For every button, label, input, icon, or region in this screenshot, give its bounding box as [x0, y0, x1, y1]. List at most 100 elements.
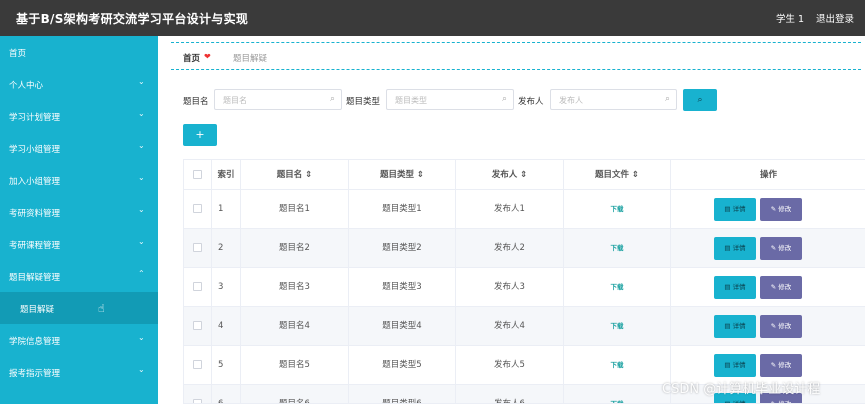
logout-link[interactable]: 退出登录: [816, 11, 854, 25]
cell-index: 5: [212, 346, 241, 385]
sidebar: 首页 个人中心 ⌄ 学习计划管理 ⌄ 学习小组管理 ⌄ 加入小组管理 ⌄ 考研资…: [0, 36, 158, 404]
cell-publisher-text: 发布人5: [494, 360, 525, 370]
chevron-up-icon: ⌃: [138, 269, 145, 278]
cell-index: 4: [212, 307, 241, 346]
cell-index-text: 6: [218, 399, 224, 404]
cell-type-text: 题目类型3: [382, 282, 422, 292]
watermark: CSDN @计算机毕业设计程: [662, 382, 821, 397]
publisher-placeholder: 发布人: [559, 96, 583, 105]
edit-button[interactable]: ✎ 修改: [760, 198, 802, 221]
type-search-input[interactable]: 题目类型 ⌕: [386, 89, 514, 110]
table-row: 2 题目名2 题目类型2 发布人2 下载 ▤ 详情 ✎ 修改: [184, 229, 865, 268]
edit-button[interactable]: ✎ 修改: [760, 276, 802, 299]
cell-name: 题目名3: [241, 268, 349, 307]
cell-type: 题目类型3: [349, 268, 456, 307]
edit-button[interactable]: ✎ 修改: [760, 237, 802, 260]
sidebar-item-courses[interactable]: 考研课程管理 ⌄: [0, 228, 158, 260]
cell-select: [184, 229, 212, 268]
download-link[interactable]: 下载: [611, 283, 624, 291]
sidebar-item-college-info[interactable]: 学院信息管理 ⌄: [0, 324, 158, 356]
current-user[interactable]: 学生 1: [776, 11, 804, 25]
cell-type-text: 题目类型4: [382, 321, 422, 331]
sidebar-item-label: 考研课程管理: [9, 241, 61, 251]
cell-name: 题目名4: [241, 307, 349, 346]
detail-button[interactable]: ▤ 详情: [714, 315, 756, 338]
detail-button[interactable]: ▤ 详情: [714, 237, 756, 260]
add-button[interactable]: +: [183, 124, 217, 146]
sidebar-item-materials[interactable]: 考研资料管理 ⌄: [0, 196, 158, 228]
download-link[interactable]: 下载: [611, 361, 624, 369]
cell-name: 题目名6: [241, 385, 349, 403]
cell-file: 下载: [564, 229, 671, 268]
sidebar-item-label: 学习小组管理: [9, 145, 61, 155]
edit-button[interactable]: ✎ 修改: [760, 315, 802, 338]
detail-button[interactable]: ▤ 详情: [714, 198, 756, 221]
cell-index-text: 4: [218, 321, 224, 331]
sidebar-item-label: 题目解疑: [20, 305, 55, 315]
sidebar-subitem-qa[interactable]: 题目解疑 ☝: [0, 292, 158, 324]
cell-select: [184, 307, 212, 346]
name-search-input[interactable]: 题目名 ⌕: [214, 89, 342, 110]
top-bar: 基于B/S架构考研交流学习平台设计与实现 学生 1 退出登录: [0, 0, 865, 36]
row-checkbox[interactable]: [193, 321, 202, 330]
download-link[interactable]: 下载: [611, 244, 624, 252]
sidebar-item-label: 学习计划管理: [9, 113, 61, 123]
cell-index: 6: [212, 385, 241, 404]
cell-type-text: 题目类型5: [382, 360, 422, 370]
edit-button[interactable]: ✎ 修改: [760, 354, 802, 377]
table-row: 1 题目名1 题目类型1 发布人1 下载 ▤ 详情 ✎ 修改: [184, 190, 865, 229]
header-file[interactable]: 题目文件 ⇕: [564, 160, 671, 190]
sidebar-item-study-plan[interactable]: 学习计划管理 ⌄: [0, 100, 158, 132]
heart-icon: ❤: [204, 52, 211, 61]
sidebar-item-personal-center[interactable]: 个人中心 ⌄: [0, 68, 158, 100]
sidebar-item-label: 加入小组管理: [9, 177, 61, 187]
sidebar-item-label: 首页: [9, 49, 27, 59]
cell-name-text: 题目名1: [279, 204, 310, 214]
select-all-cell: [184, 160, 212, 190]
cell-type: 题目类型4: [349, 307, 456, 346]
download-link[interactable]: 下载: [611, 400, 624, 403]
row-checkbox[interactable]: [193, 360, 202, 369]
publisher-filter-label: 发布人: [518, 97, 544, 107]
download-link[interactable]: 下载: [611, 322, 624, 330]
name-placeholder: 题目名: [223, 96, 247, 105]
download-link[interactable]: 下载: [611, 205, 624, 213]
cell-type-text: 题目类型1: [382, 204, 422, 214]
detail-button[interactable]: ▤ 详情: [714, 354, 756, 377]
cell-type: 题目类型2: [349, 229, 456, 268]
sidebar-item-join-group[interactable]: 加入小组管理 ⌄: [0, 164, 158, 196]
detail-button[interactable]: ▤ 详情: [714, 276, 756, 299]
chevron-down-icon: ⌄: [138, 77, 145, 86]
header-publisher[interactable]: 发布人 ⇕: [456, 160, 564, 190]
publisher-search-input[interactable]: 发布人 ⌕: [550, 89, 677, 110]
row-checkbox[interactable]: [193, 282, 202, 291]
header-type[interactable]: 题目类型 ⇕: [349, 160, 456, 190]
cell-select: [184, 268, 212, 307]
sidebar-item-qa-management[interactable]: 题目解疑管理 ⌃: [0, 260, 158, 292]
cell-type-text: 题目类型2: [382, 243, 422, 253]
chevron-down-icon: ⌄: [138, 237, 145, 246]
cell-select: [184, 346, 212, 385]
sidebar-item-label: 学院信息管理: [9, 337, 61, 347]
chevron-down-icon: ⌄: [138, 365, 145, 374]
chevron-down-icon: ⌄: [138, 109, 145, 118]
header-name[interactable]: 题目名 ⇕: [241, 160, 349, 190]
cell-publisher-text: 发布人6: [494, 399, 525, 404]
cell-index-text: 1: [218, 204, 224, 214]
cell-publisher: 发布人4: [456, 307, 564, 346]
select-all-checkbox[interactable]: [193, 170, 202, 179]
header-actions: 操作: [671, 160, 865, 190]
sidebar-item-home[interactable]: 首页: [0, 36, 158, 68]
sidebar-item-label: 个人中心: [9, 81, 44, 91]
cell-index: 3: [212, 268, 241, 307]
row-checkbox[interactable]: [193, 243, 202, 252]
cell-publisher-text: 发布人3: [494, 282, 525, 292]
row-checkbox[interactable]: [193, 204, 202, 213]
sidebar-item-exam-guide[interactable]: 报考指示管理 ⌄: [0, 356, 158, 388]
breadcrumb-home[interactable]: 首页: [183, 52, 200, 64]
cell-publisher: 发布人2: [456, 229, 564, 268]
row-checkbox[interactable]: [193, 399, 202, 403]
sidebar-item-study-group[interactable]: 学习小组管理 ⌄: [0, 132, 158, 164]
search-button[interactable]: ⌕: [683, 89, 717, 111]
search-icon: ⌕: [329, 94, 335, 104]
